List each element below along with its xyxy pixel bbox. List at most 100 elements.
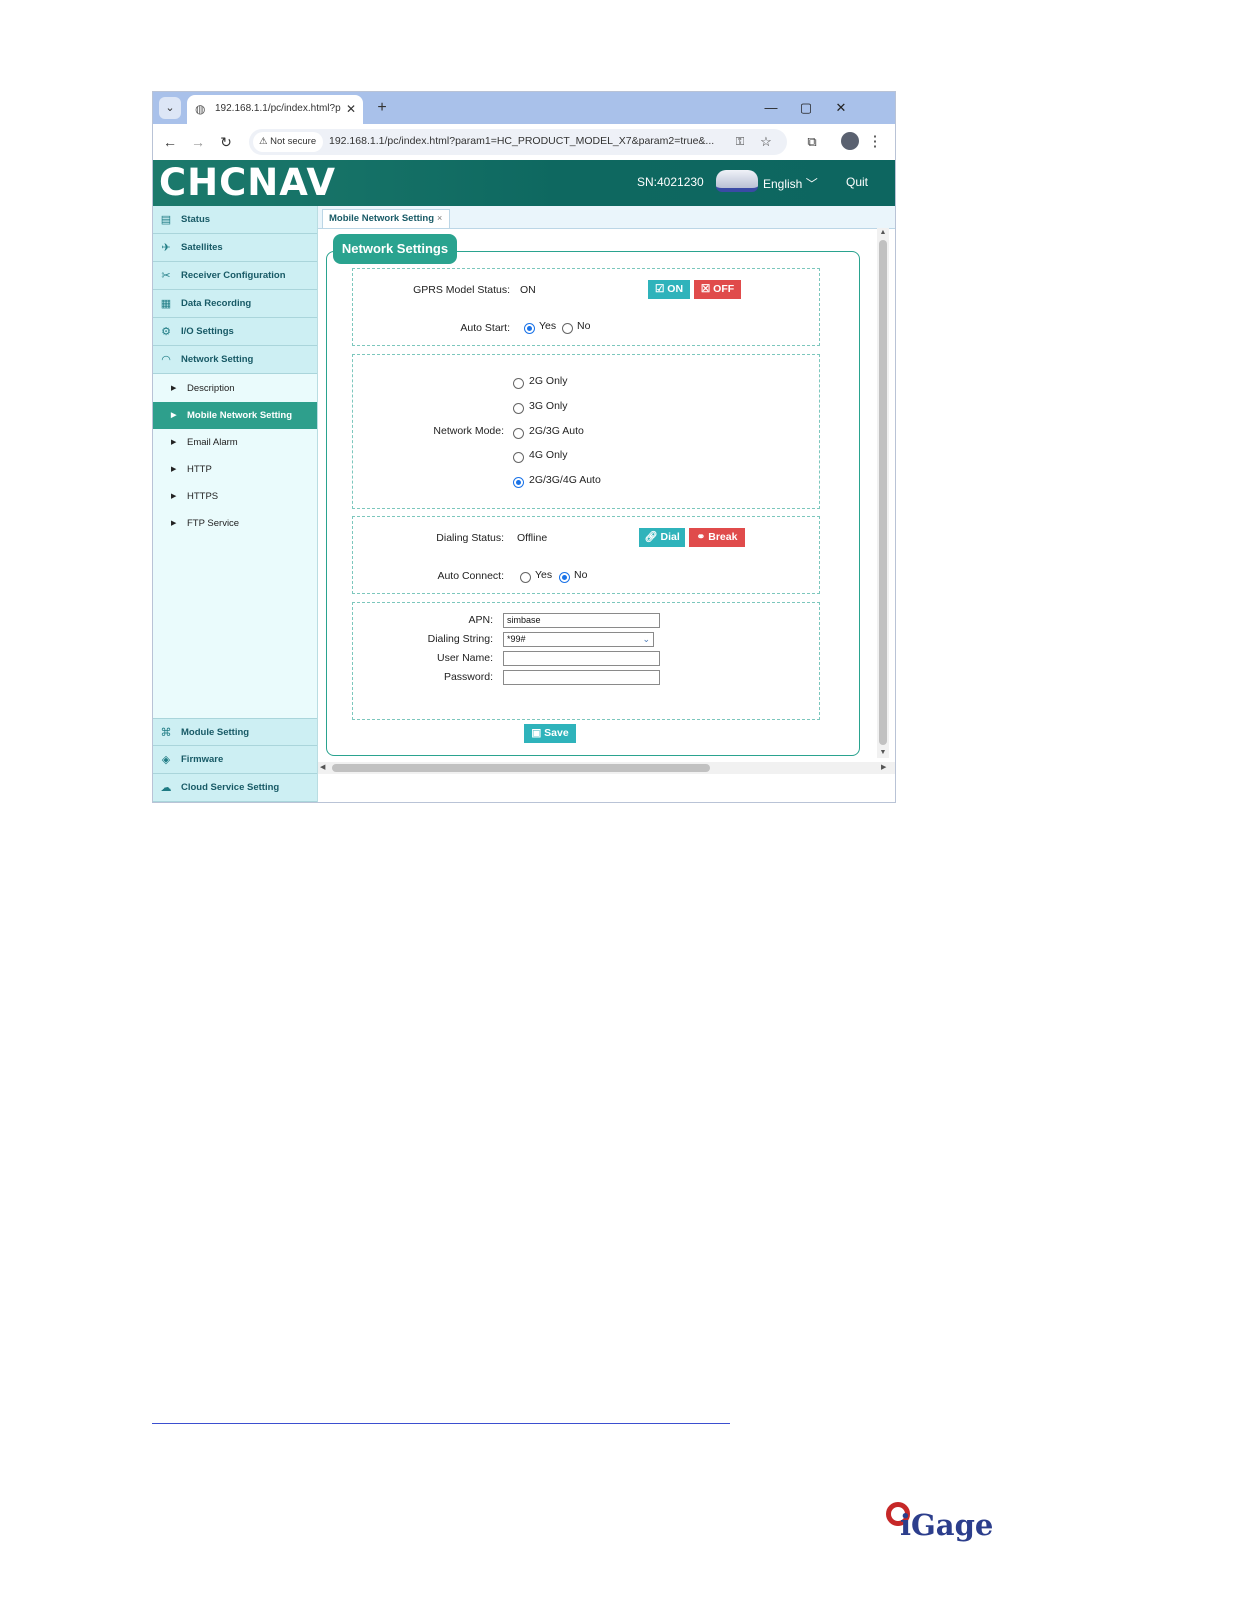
sidebar-item-status[interactable]: ▤ Status (153, 206, 317, 234)
maximize-button[interactable]: ▢ (791, 96, 821, 120)
mode-2g3g-auto-radio[interactable] (513, 428, 524, 439)
sidebar-subitem-label: Description (187, 383, 235, 394)
sidebar-item-label: Network Setting (181, 354, 254, 365)
wifi-icon: ◠ (161, 354, 171, 366)
sidebar-item-io-settings[interactable]: ⚙ I/O Settings (153, 318, 317, 346)
password-input[interactable] (503, 670, 660, 685)
floppy-disk-icon: ▣ (531, 727, 542, 739)
auto-connect-no-label: No (574, 569, 588, 581)
triangle-right-icon: ▶ (171, 520, 177, 527)
sidebar-item-cloud-service-setting[interactable]: ☁ Cloud Service Setting (153, 774, 317, 802)
user-name-input[interactable] (503, 651, 660, 666)
mode-4g-only-radio[interactable] (513, 452, 524, 463)
extensions-puzzle-icon[interactable]: ⧉ (801, 131, 823, 153)
auto-start-yes-label: Yes (539, 320, 557, 332)
address-bar[interactable]: ⚠ Not secure 192.168.1.1/pc/index.html?p… (249, 129, 787, 155)
scroll-right-arrow-icon[interactable]: ▶ (881, 762, 891, 774)
sidebar-item-receiver-configuration[interactable]: ✂ Receiver Configuration (153, 262, 317, 290)
reload-icon[interactable]: ↻ (215, 131, 237, 153)
security-chip[interactable]: ⚠ Not secure (253, 132, 323, 152)
igage-logo: iGage (886, 1500, 1002, 1550)
tab-search-chevron-icon[interactable]: ⌄ (159, 97, 181, 119)
dialing-status-label: Dialing Status: (436, 532, 504, 544)
gprs-status-label: GPRS Model Status: (413, 284, 510, 296)
back-arrow-icon[interactable]: ← (159, 131, 181, 153)
dialing-string-select[interactable]: *99# ⌄ (503, 632, 654, 647)
chcnav-logo: CHCNAV (159, 161, 336, 204)
link-icon: 🔗︎ (644, 531, 658, 543)
section-title: Network Settings (333, 234, 457, 264)
sidebar-item-network-setting[interactable]: ◠ Network Setting (153, 346, 317, 374)
status-icon: ▤ (160, 214, 172, 226)
horizontal-scroll-thumb[interactable] (332, 764, 710, 772)
triangle-right-icon: ▶ (171, 466, 177, 473)
scroll-down-arrow-icon[interactable]: ▼ (877, 748, 889, 758)
tab-strip: ⌄ ◍ 192.168.1.1/pc/index.html?para ✕ + —… (153, 92, 895, 124)
browser-tab[interactable]: ◍ 192.168.1.1/pc/index.html?para ✕ (187, 95, 363, 124)
credentials-group: APN: simbase Dialing String: *99# ⌄ User… (352, 602, 820, 720)
minimize-button[interactable]: — (756, 96, 786, 120)
triangle-right-icon: ▶ (171, 385, 177, 392)
tab-title: 192.168.1.1/pc/index.html?para (215, 103, 341, 114)
chevron-down-icon: ⌄ (642, 634, 650, 644)
scroll-left-arrow-icon[interactable]: ◀ (320, 762, 330, 774)
save-button[interactable]: ▣ Save (524, 724, 576, 743)
content-tab-label: Mobile Network Setting (329, 213, 435, 224)
sidebar-subitem-description[interactable]: ▶ Description (153, 375, 317, 402)
apn-input[interactable]: simbase (503, 613, 660, 628)
new-tab-button[interactable]: + (371, 98, 393, 120)
network-mode-group: Network Mode: 2G Only 3G Only 2G/3G Auto… (352, 354, 820, 509)
profile-avatar[interactable] (841, 132, 859, 150)
horizontal-scrollbar[interactable]: ◀ ▶ (318, 762, 895, 774)
quit-button[interactable]: Quit (846, 175, 878, 191)
dialing-string-label: Dialing String: (427, 633, 493, 645)
security-label: Not secure (270, 136, 317, 147)
unlink-icon: ⚭ (696, 531, 706, 543)
bookmark-star-icon[interactable]: ☆ (757, 133, 775, 151)
url-text[interactable]: 192.168.1.1/pc/index.html?param1=HC_PROD… (329, 135, 724, 149)
sidebar-subitem-mobile-network-setting[interactable]: ▶ Mobile Network Setting (153, 402, 317, 429)
sidebar-subitem-label: HTTP (187, 464, 212, 475)
dialing-group: Dialing Status: Offline 🔗︎ Dial ⚭ Break … (352, 516, 820, 594)
mode-3g-only-label: 3G Only (529, 400, 568, 412)
vertical-scroll-thumb[interactable] (879, 240, 887, 745)
sidebar-subitem-label: FTP Service (187, 518, 240, 529)
mode-2g3g4g-auto-radio[interactable] (513, 477, 524, 488)
forward-arrow-icon[interactable]: → (187, 131, 209, 153)
sidebar-subitem-ftp-service[interactable]: ▶ FTP Service (153, 510, 317, 537)
auto-start-yes-radio[interactable] (524, 323, 535, 334)
sidebar-item-module-setting[interactable]: ⌘ Module Setting (153, 718, 317, 746)
dial-button-label: Dial (660, 531, 680, 543)
auto-start-no-radio[interactable] (562, 323, 573, 334)
language-select[interactable]: English ﹀ (763, 175, 833, 191)
sidebar-item-firmware[interactable]: ◈ Firmware (153, 746, 317, 774)
mode-3g-only-radio[interactable] (513, 403, 524, 414)
dialing-status-value: Offline (517, 532, 548, 544)
main-content: Mobile Network Setting × Network Setting… (318, 206, 895, 802)
close-window-button[interactable]: ✕ (826, 96, 856, 120)
sidebar-item-satellites[interactable]: ✈ Satellites (153, 234, 317, 262)
apn-label: APN: (468, 614, 493, 626)
sidebar-subitem-https[interactable]: ▶ HTTPS (153, 483, 317, 510)
gprs-on-button[interactable]: ☑ ON (648, 280, 690, 299)
sidebar-subitem-email-alarm[interactable]: ▶ Email Alarm (153, 429, 317, 456)
gprs-off-button[interactable]: ☒ OFF (694, 280, 741, 299)
password-key-icon[interactable]: ⚿ (731, 133, 749, 151)
sidebar-subitem-http[interactable]: ▶ HTTP (153, 456, 317, 483)
auto-connect-yes-radio[interactable] (520, 572, 531, 583)
gear-icon: ⚙ (161, 326, 171, 338)
kebab-menu-icon[interactable]: ⋮ (867, 131, 883, 153)
tab-mobile-network-setting[interactable]: Mobile Network Setting × (322, 209, 450, 228)
sidebar-item-data-recording[interactable]: ▦ Data Recording (153, 290, 317, 318)
close-icon[interactable]: × (437, 213, 447, 226)
mode-2g-only-radio[interactable] (513, 378, 524, 389)
layers-icon: ◈ (161, 754, 171, 766)
auto-connect-no-radio[interactable] (559, 572, 570, 583)
break-button[interactable]: ⚭ Break (689, 528, 745, 547)
user-name-label: User Name: (436, 652, 493, 664)
tab-close-icon[interactable]: ✕ (343, 101, 359, 117)
vertical-scrollbar[interactable]: ▲ ▼ (877, 228, 889, 758)
scroll-up-arrow-icon[interactable]: ▲ (877, 228, 889, 238)
sidebar-item-label: Status (181, 214, 211, 225)
dial-button[interactable]: 🔗︎ Dial (639, 528, 685, 547)
